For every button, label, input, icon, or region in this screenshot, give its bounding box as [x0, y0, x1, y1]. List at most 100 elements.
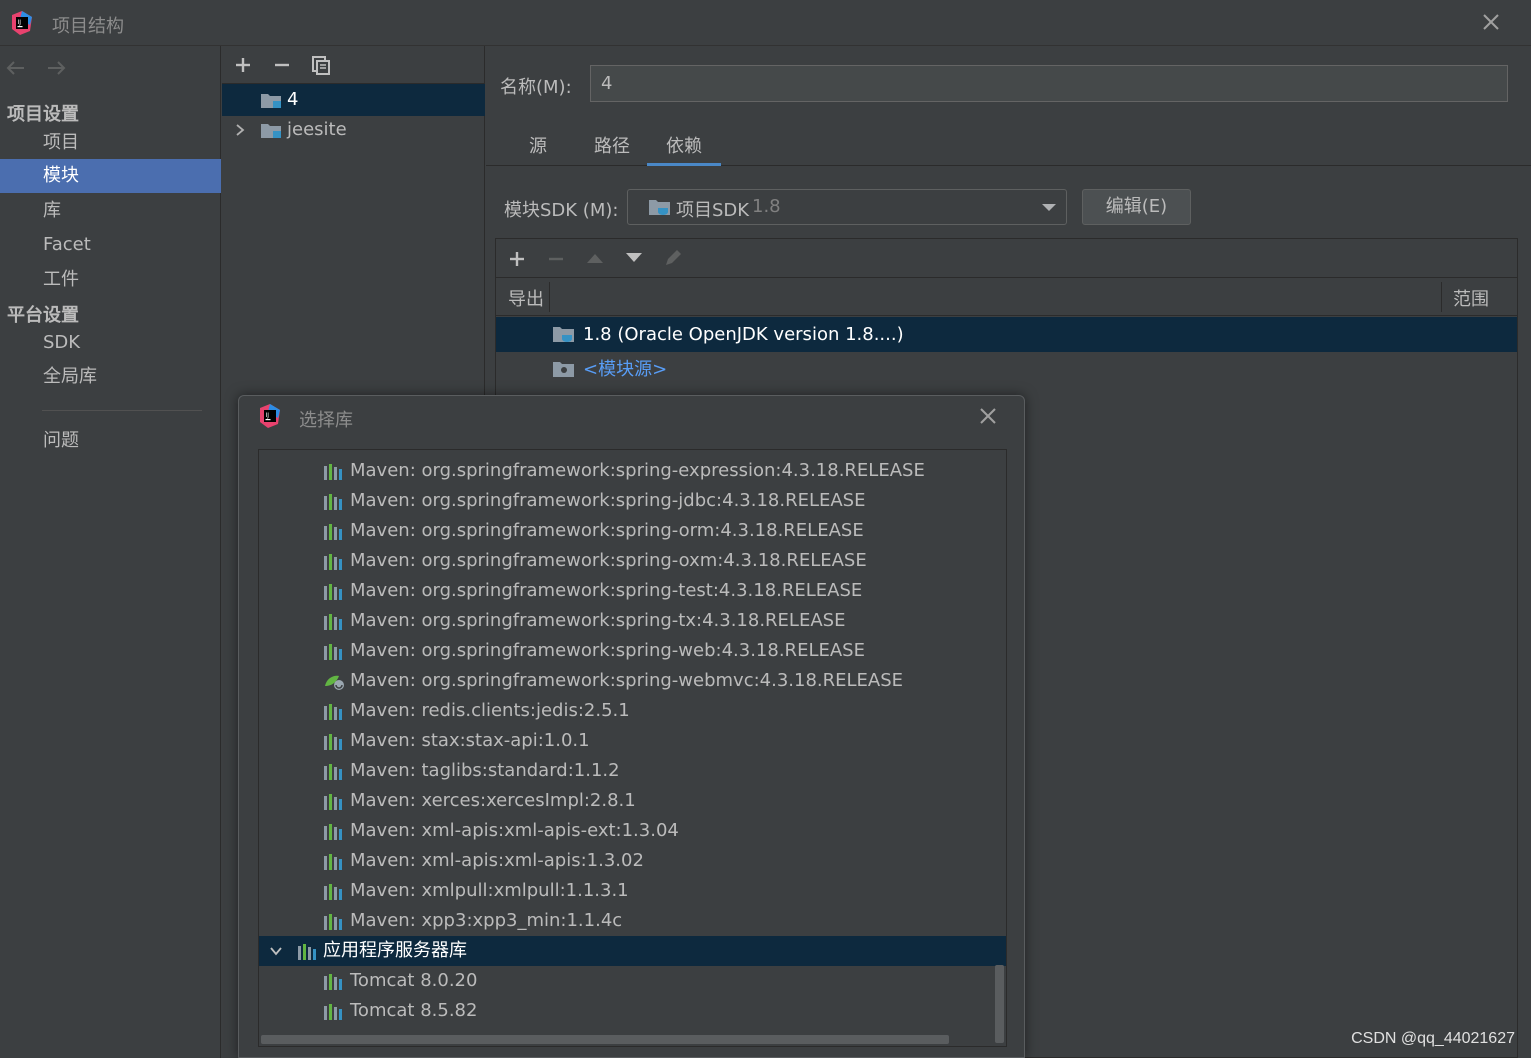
copy-icon[interactable] [310, 54, 332, 76]
library-label: Maven: xmlpull:xmlpull:1.1.3.1 [350, 880, 629, 901]
library-row[interactable]: Maven: org.springframework:spring-webmvc… [259, 666, 1006, 696]
nav-item-modules[interactable]: 模块 [0, 159, 221, 193]
library-row[interactable]: Maven: org.springframework:spring-tx:4.3… [259, 606, 1006, 636]
module-tree-item[interactable]: 4 [222, 84, 485, 116]
dialog-title: 选择库 [299, 410, 353, 431]
add-icon[interactable] [507, 249, 527, 269]
intellij-app-icon: IJ [12, 11, 32, 35]
library-row[interactable]: Maven: org.springframework:spring-web:4.… [259, 636, 1006, 666]
library-icon [324, 884, 342, 900]
detail-tabs: 源 路径 依赖 [486, 126, 1531, 166]
dependency-row[interactable]: 1.8 (Oracle OpenJDK version 1.8....) [496, 317, 1517, 352]
chevron-down-icon[interactable] [269, 945, 283, 957]
module-sdk-dropdown[interactable]: 项目SDK 1.8 [627, 189, 1067, 225]
library-row[interactable]: Maven: taglibs:standard:1.1.2 [259, 756, 1006, 786]
library-label: Maven: xml-apis:xml-apis:1.3.02 [350, 850, 644, 871]
library-row[interactable]: Maven: org.springframework:spring-oxm:4.… [259, 546, 1006, 576]
column-export[interactable]: 导出 [508, 285, 544, 311]
library-row[interactable]: Maven: redis.clients:jedis:2.5.1 [259, 696, 1006, 726]
nav-item-libraries[interactable]: 库 [0, 194, 221, 228]
library-list[interactable]: Maven: org.springframework:spring-expres… [258, 449, 1007, 1047]
library-row[interactable]: Maven: org.springframework:spring-expres… [259, 456, 1006, 486]
edit-pencil-icon[interactable] [663, 248, 683, 268]
library-label: Maven: org.springframework:spring-webmvc… [350, 670, 904, 691]
column-divider [549, 282, 550, 312]
dependency-row[interactable]: <模块源> [496, 352, 1517, 387]
library-group-label: 应用程序服务器库 [323, 940, 467, 961]
module-tree-item[interactable]: jeesite [222, 114, 485, 146]
column-divider [1441, 282, 1442, 312]
nav-item-artifacts[interactable]: 工件 [0, 263, 221, 297]
column-scope[interactable]: 范围 [1453, 285, 1489, 311]
nav-item-global-libraries[interactable]: 全局库 [0, 360, 221, 394]
remove-icon[interactable] [546, 249, 566, 269]
nav-item-facets[interactable]: Facet [0, 228, 221, 262]
library-group-row[interactable]: 应用程序服务器库 [259, 936, 1006, 966]
library-row[interactable]: Tomcat 8.5.82 [259, 996, 1006, 1026]
library-icon [324, 974, 342, 990]
library-row[interactable]: Maven: org.springframework:spring-jdbc:4… [259, 486, 1006, 516]
library-row[interactable]: Maven: xpp3:xpp3_min:1.1.4c [259, 906, 1006, 936]
library-icon [324, 584, 342, 600]
library-label: Tomcat 8.5.82 [350, 1000, 478, 1021]
edit-sdk-button[interactable]: 编辑(E) [1082, 189, 1191, 225]
remove-icon[interactable] [271, 54, 293, 76]
library-icon [324, 734, 342, 750]
library-icon [324, 764, 342, 780]
library-icon [324, 854, 342, 870]
library-icon [324, 824, 342, 840]
library-row[interactable]: Maven: stax:stax-api:1.0.1 [259, 726, 1006, 756]
sdk-folder-icon [649, 200, 670, 215]
module-toolbar [222, 46, 485, 84]
chevron-down-icon[interactable] [1042, 203, 1056, 212]
svg-text:IJ: IJ [18, 19, 22, 26]
library-label: Maven: xerces:xercesImpl:2.8.1 [350, 790, 636, 811]
library-icon [324, 464, 342, 480]
chevron-right-icon[interactable] [234, 123, 246, 137]
nav-divider [42, 410, 202, 411]
close-icon[interactable] [1479, 10, 1503, 34]
tab-sources[interactable]: 源 [526, 132, 550, 166]
watermark: CSDN @qq_44021627 [1351, 1030, 1515, 1047]
close-icon[interactable] [978, 406, 998, 426]
library-icon [324, 644, 342, 660]
clipped-row [323, 449, 623, 452]
library-row[interactable]: Maven: org.springframework:spring-orm:4.… [259, 516, 1006, 546]
library-icon [324, 614, 342, 630]
nav-section-platform-settings: 平台设置 [7, 305, 79, 326]
history-nav [4, 56, 68, 80]
move-up-icon[interactable] [585, 251, 605, 265]
nav-item-project[interactable]: 项目 [0, 126, 221, 160]
library-label: Maven: org.springframework:spring-oxm:4.… [350, 550, 867, 571]
library-row[interactable]: Maven: xml-apis:xml-apis-ext:1.3.04 [259, 816, 1006, 846]
library-label: Maven: redis.clients:jedis:2.5.1 [350, 700, 630, 721]
spring-leaf-icon [323, 449, 345, 450]
tab-paths[interactable]: 路径 [592, 132, 632, 166]
intellij-app-icon: IJ [260, 404, 280, 428]
library-icon [324, 704, 342, 720]
tab-dependencies[interactable]: 依赖 [647, 132, 721, 166]
jdk-folder-icon [553, 327, 574, 342]
nav-item-problems[interactable]: 问题 [0, 424, 221, 458]
library-row[interactable]: Maven: xmlpull:xmlpull:1.1.3.1 [259, 876, 1006, 906]
library-icon [324, 794, 342, 810]
nav-item-sdk[interactable]: SDK [0, 326, 221, 360]
horizontal-scrollbar[interactable] [261, 1035, 949, 1044]
module-sdk-label: 模块SDK (M): [504, 200, 619, 221]
module-name: 4 [287, 89, 299, 110]
forward-arrow-icon[interactable] [44, 56, 68, 80]
library-row[interactable]: Tomcat 8.0.20 [259, 966, 1006, 996]
library-label: Maven: org.springframework:spring-jdbc:4… [350, 490, 866, 511]
dependency-label: 1.8 (Oracle OpenJDK version 1.8....) [583, 324, 904, 345]
add-icon[interactable] [232, 54, 254, 76]
sdk-version: 1.8 [752, 196, 781, 217]
move-down-icon[interactable] [624, 251, 644, 265]
back-arrow-icon[interactable] [4, 56, 28, 80]
library-row[interactable]: Maven: xml-apis:xml-apis:1.3.02 [259, 846, 1006, 876]
library-label: Maven: xml-apis:xml-apis-ext:1.3.04 [350, 820, 679, 841]
library-row[interactable]: Maven: xerces:xercesImpl:2.8.1 [259, 786, 1006, 816]
module-folder-icon [261, 94, 281, 108]
dependency-label[interactable]: <模块源> [583, 352, 667, 387]
module-name-field[interactable]: 4 [590, 65, 1508, 102]
library-row[interactable]: Maven: org.springframework:spring-test:4… [259, 576, 1006, 606]
